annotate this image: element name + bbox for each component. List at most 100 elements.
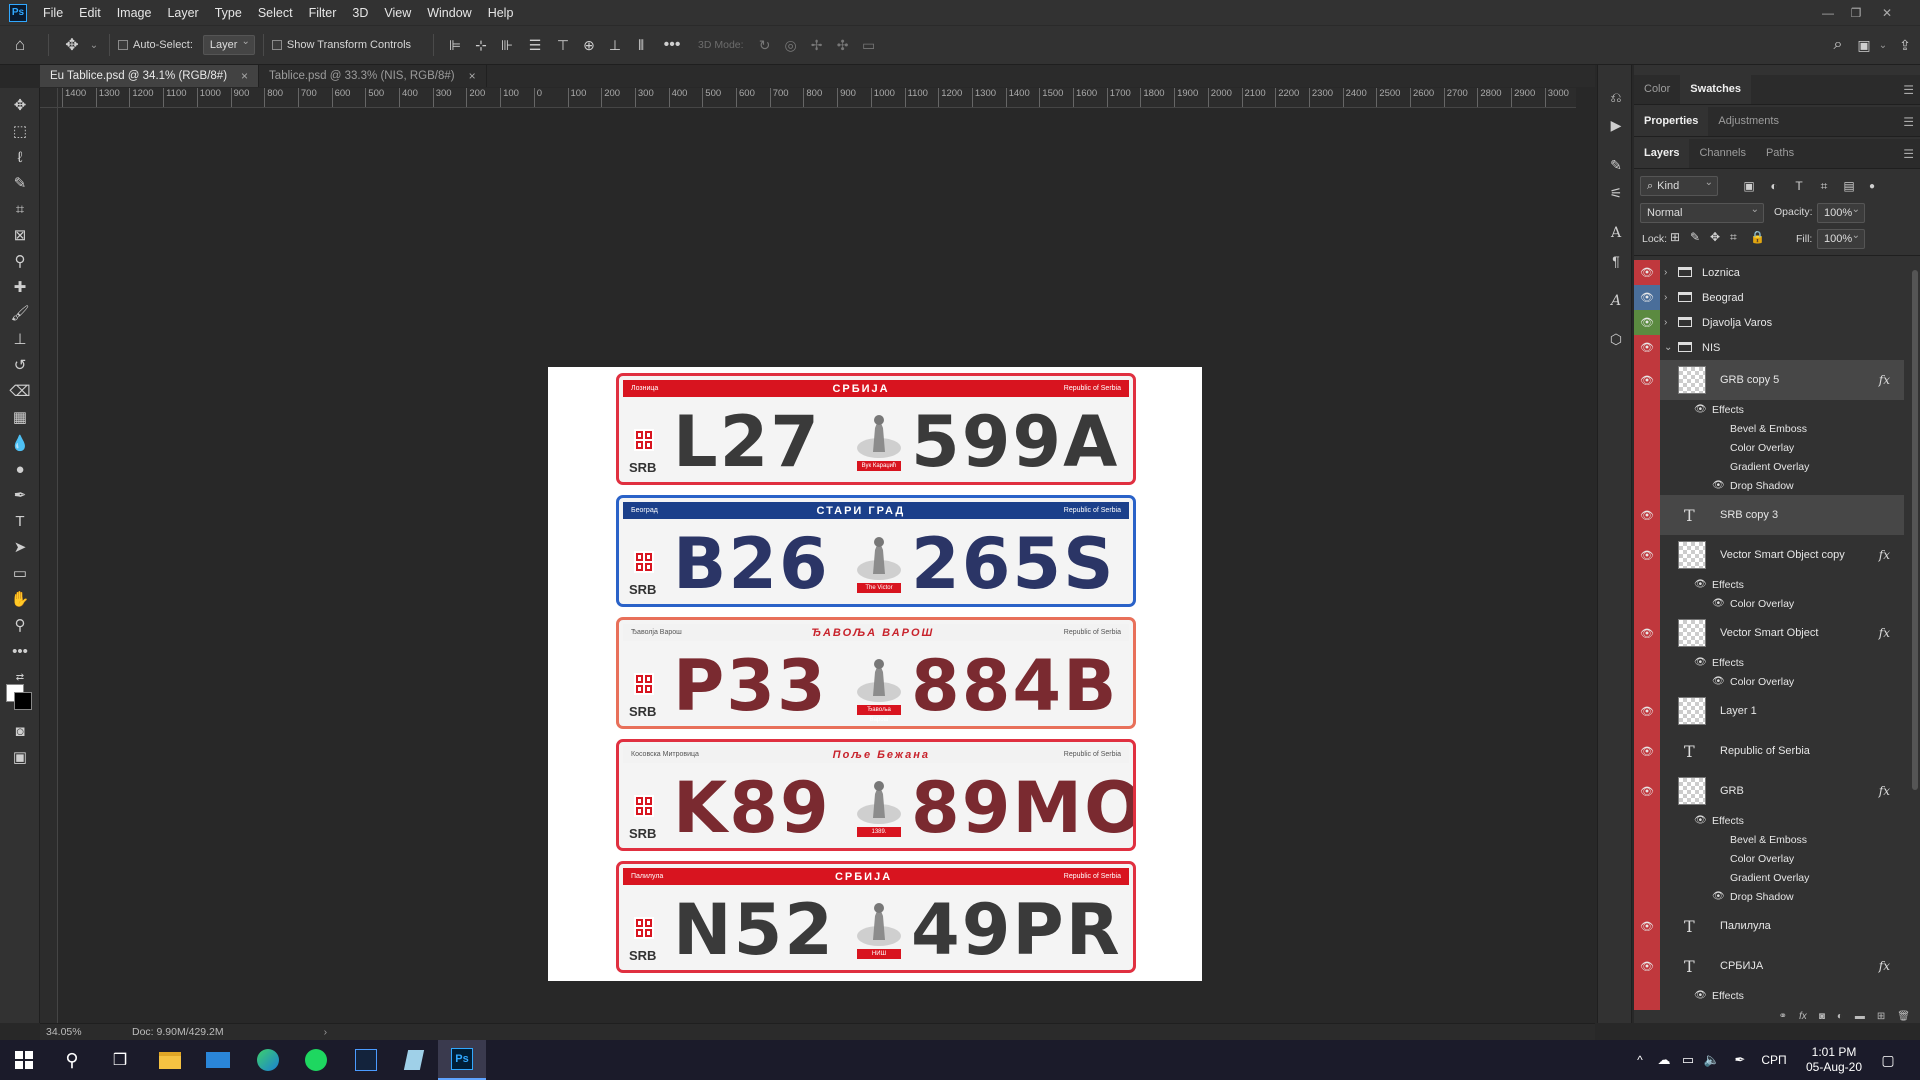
restore-icon[interactable]: ❐ xyxy=(1843,0,1869,25)
filter-pixel-icon[interactable]: ▣ xyxy=(1739,176,1759,196)
eraser-tool-icon[interactable]: ⌫ xyxy=(8,380,32,402)
menu-3d[interactable]: 3D xyxy=(344,6,376,20)
effect-visibility-eye-icon[interactable]: 👁 xyxy=(1694,404,1707,415)
layer-fx-icon[interactable]: fx xyxy=(1879,548,1890,562)
3d-slide-icon[interactable]: ✣ xyxy=(830,37,856,54)
history-panel-icon[interactable]: ⎌ xyxy=(1606,87,1626,107)
new-adjustment-icon[interactable]: ◐ xyxy=(1837,1011,1843,1022)
delete-layer-icon[interactable]: 🗑 xyxy=(1897,1011,1910,1022)
tab-eu-tablice[interactable]: Eu Tablice.psd @ 34.1% (RGB/8#) × xyxy=(40,65,260,87)
layer-visibility-eye-icon[interactable]: 👁 xyxy=(1634,335,1660,360)
effect-visibility-eye-icon[interactable]: 👁 xyxy=(1712,891,1725,902)
adjust-settings-icon[interactable]: ⚟ xyxy=(1606,183,1626,203)
onedrive-icon[interactable]: ☁ xyxy=(1652,1040,1676,1080)
layer-row[interactable]: 👁 GRB fx xyxy=(1634,771,1904,811)
menu-view[interactable]: View xyxy=(376,6,419,20)
glyphs-panel-icon[interactable]: A xyxy=(1606,291,1626,311)
chevron-down-icon[interactable]: ⌄ xyxy=(1664,342,1672,353)
language-indicator[interactable]: СРП xyxy=(1756,1040,1792,1080)
gradient-tool-icon[interactable]: ▦ xyxy=(8,406,32,428)
link-layers-icon[interactable]: ⚭ xyxy=(1779,1011,1787,1022)
layer-row[interactable]: 👁 T SRB copy 3 xyxy=(1634,495,1904,535)
tray-expand-icon[interactable]: ^ xyxy=(1628,1040,1652,1080)
tab-paths[interactable]: Paths xyxy=(1756,138,1804,168)
effect-visibility-eye-icon[interactable]: 👁 xyxy=(1694,815,1707,826)
windows-start-icon[interactable] xyxy=(0,1040,48,1080)
paragraph-panel-icon[interactable]: ¶ xyxy=(1606,251,1626,271)
status-expand-icon[interactable]: › xyxy=(324,1026,328,1038)
align-center-icon[interactable]: ⊹ xyxy=(468,37,494,54)
type-tool-icon[interactable]: T xyxy=(8,510,32,532)
lock-transparent-icon[interactable]: ⊞ xyxy=(1670,230,1680,244)
effect-item[interactable]: Bevel & Emboss xyxy=(1634,830,1904,849)
chevron-down-icon[interactable]: ⌄ xyxy=(87,40,101,51)
layer-row[interactable]: 👁 › Loznica xyxy=(1634,260,1904,285)
layer-visibility-eye-icon[interactable]: 👁 xyxy=(1634,946,1660,986)
network-icon[interactable]: ▭ xyxy=(1676,1040,1700,1080)
align-right-icon[interactable]: ⊪ xyxy=(494,37,520,54)
character-panel-icon[interactable]: A xyxy=(1606,223,1626,243)
panel-menu-icon[interactable]: ☰ xyxy=(1903,147,1914,161)
effects-header[interactable]: 👁 Effects xyxy=(1634,986,1904,1005)
effect-item[interactable]: 👁 Color Overlay xyxy=(1634,594,1904,613)
effect-visibility-eye-icon[interactable]: 👁 xyxy=(1694,990,1707,1001)
layer-visibility-eye-icon[interactable]: 👁 xyxy=(1634,613,1660,653)
fill-input[interactable]: 100% xyxy=(1817,229,1865,249)
minimize-icon[interactable]: — xyxy=(1815,0,1841,25)
menu-filter[interactable]: Filter xyxy=(301,6,345,20)
hand-tool-icon[interactable]: ✋ xyxy=(8,588,32,610)
layer-row[interactable]: 👁 Vector Smart Object fx xyxy=(1634,613,1904,653)
auto-select-checkbox[interactable] xyxy=(118,40,128,50)
3d-orbit-icon[interactable]: ↻ xyxy=(752,37,778,54)
menu-type[interactable]: Type xyxy=(207,6,250,20)
layer-visibility-eye-icon[interactable]: 👁 xyxy=(1634,691,1660,731)
notifications-icon[interactable]: ▢ xyxy=(1868,1040,1908,1080)
eyedropper-tool-icon[interactable]: ⚲ xyxy=(8,250,32,272)
effects-header[interactable]: 👁 Effects xyxy=(1634,653,1904,672)
document-canvas[interactable]: Лозница СРБИЈА Republic of Serbia SRB L27 Вук… xyxy=(548,367,1202,981)
lock-pixels-icon[interactable]: ✎ xyxy=(1690,230,1700,244)
dodge-tool-icon[interactable]: ● xyxy=(8,458,32,480)
close-icon[interactable]: ✕ xyxy=(1874,0,1900,25)
filter-adjustment-icon[interactable]: ◐ xyxy=(1764,176,1784,196)
lasso-tool-icon[interactable]: ℓ xyxy=(8,146,32,168)
add-mask-icon[interactable]: ◙ xyxy=(1819,1011,1825,1022)
lock-position-icon[interactable]: ✥ xyxy=(1710,230,1720,244)
mail-icon[interactable] xyxy=(194,1040,242,1080)
tab-close-icon[interactable]: × xyxy=(241,69,248,83)
layer-visibility-eye-icon[interactable]: 👁 xyxy=(1634,260,1660,285)
file-explorer-icon[interactable] xyxy=(146,1040,194,1080)
filter-smart-icon[interactable]: ▤ xyxy=(1839,176,1859,196)
effect-item[interactable]: 👁 Drop Shadow xyxy=(1634,887,1904,906)
history-brush-icon[interactable]: ↺ xyxy=(8,354,32,376)
layer-row[interactable]: 👁 Vector Smart Object copy fx xyxy=(1634,535,1904,575)
effect-item[interactable]: 👁 Color Overlay xyxy=(1634,672,1904,691)
3d-roll-icon[interactable]: ◎ xyxy=(778,37,804,54)
auto-select-dropdown[interactable]: Layer xyxy=(202,35,255,55)
tab-color[interactable]: Color xyxy=(1634,74,1680,104)
layer-visibility-eye-icon[interactable]: 👁 xyxy=(1634,285,1660,310)
effects-header[interactable]: 👁 Effects xyxy=(1634,400,1904,419)
effect-visibility-eye-icon[interactable]: 👁 xyxy=(1712,598,1725,609)
layer-fx-icon[interactable]: fx xyxy=(1879,959,1890,973)
lock-artboard-icon[interactable]: ⌗ xyxy=(1730,230,1737,245)
distribute-vertical-icon[interactable]: ⦀ xyxy=(628,37,654,54)
healing-brush-icon[interactable]: ✚ xyxy=(8,276,32,298)
filter-toggle-icon[interactable]: ● xyxy=(1862,176,1882,196)
chevron-right-icon[interactable]: › xyxy=(1664,317,1667,328)
layer-visibility-eye-icon[interactable]: 👁 xyxy=(1634,310,1660,335)
align-left-icon[interactable]: ⊫ xyxy=(442,37,468,54)
layer-visibility-eye-icon[interactable]: 👁 xyxy=(1634,360,1660,400)
zoom-level[interactable]: 34.05% xyxy=(46,1026,106,1038)
menu-select[interactable]: Select xyxy=(250,6,301,20)
app-icon[interactable] xyxy=(342,1040,390,1080)
effect-item[interactable]: Gradient Overlay xyxy=(1634,457,1904,476)
layer-fx-icon[interactable]: fx xyxy=(1879,784,1890,798)
layers-scrollbar[interactable] xyxy=(1912,270,1918,790)
effects-header[interactable]: 👁 Effects xyxy=(1634,575,1904,594)
layer-row[interactable]: 👁 T СРБИЈА fx xyxy=(1634,946,1904,986)
3d-panel-icon[interactable]: ⬡ xyxy=(1606,329,1626,349)
more-tools-icon[interactable]: ••• xyxy=(8,640,32,662)
layer-fx-icon[interactable]: fx xyxy=(1879,626,1890,640)
rectangle-tool-icon[interactable]: ▭ xyxy=(8,562,32,584)
